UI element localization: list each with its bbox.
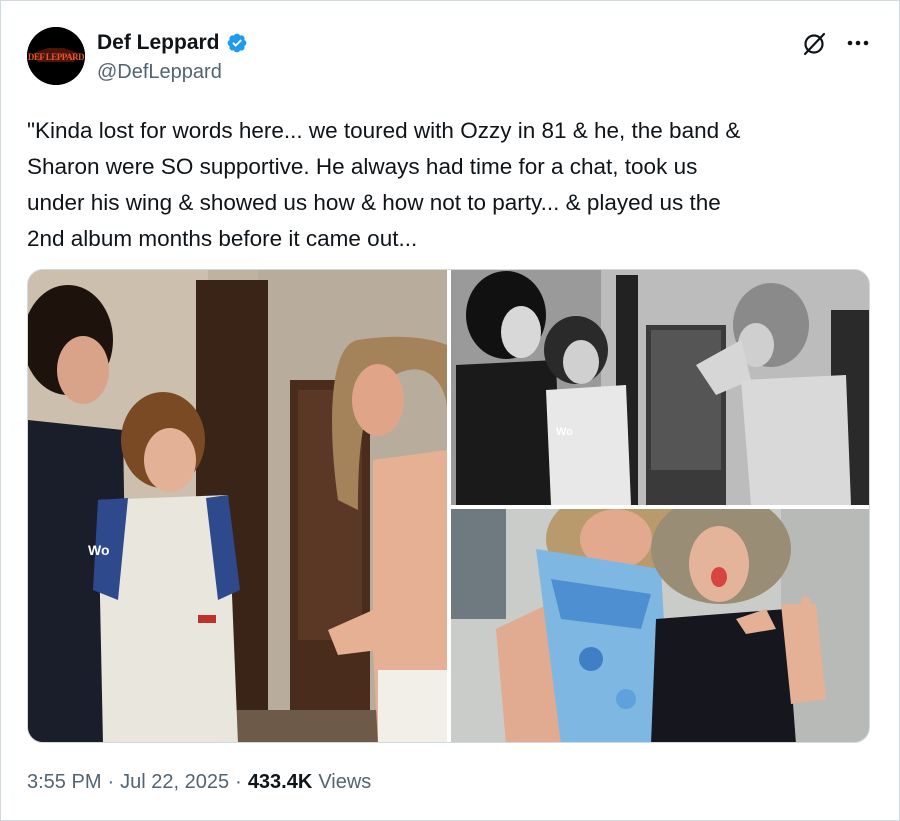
def-leppard-logo: DEF LEPPARD (27, 27, 85, 85)
shirt-text: Wo (556, 426, 573, 438)
grok-icon[interactable] (801, 31, 827, 57)
media-grid: Wo Wo (27, 269, 870, 743)
tweet-meta: 3:55 PM · Jul 22, 2025 · 433.4K Views (27, 771, 371, 794)
author-handle[interactable]: @DefLeppard (97, 61, 222, 84)
views-label: Views (318, 771, 372, 793)
verified-badge-icon (227, 33, 246, 53)
shirt-text: Wo (88, 542, 110, 558)
separator: · (235, 771, 242, 793)
more-options-icon[interactable] (843, 31, 873, 55)
bw-backstage-photo[interactable]: Wo (451, 270, 869, 505)
display-name[interactable]: Def Leppard (97, 31, 220, 55)
color-tongue-out-photo[interactable] (451, 509, 869, 742)
avatar[interactable]: DEF LEPPARD (27, 27, 85, 85)
svg-text:DEF LEPPARD: DEF LEPPARD (28, 52, 85, 62)
tweet-card: DEF LEPPARD Def Leppard @DefLeppard "Kin… (0, 0, 900, 821)
color-backstage-photo[interactable]: Wo (28, 270, 447, 742)
tweet-time[interactable]: 3:55 PM (27, 771, 101, 794)
tweet-date[interactable]: Jul 22, 2025 (120, 771, 229, 794)
views-count[interactable]: 433.4K (248, 771, 313, 794)
tweet-text: "Kinda lost for words here... we toured … (27, 118, 741, 251)
separator: · (107, 771, 115, 793)
author-name-row: Def Leppard (97, 31, 248, 55)
